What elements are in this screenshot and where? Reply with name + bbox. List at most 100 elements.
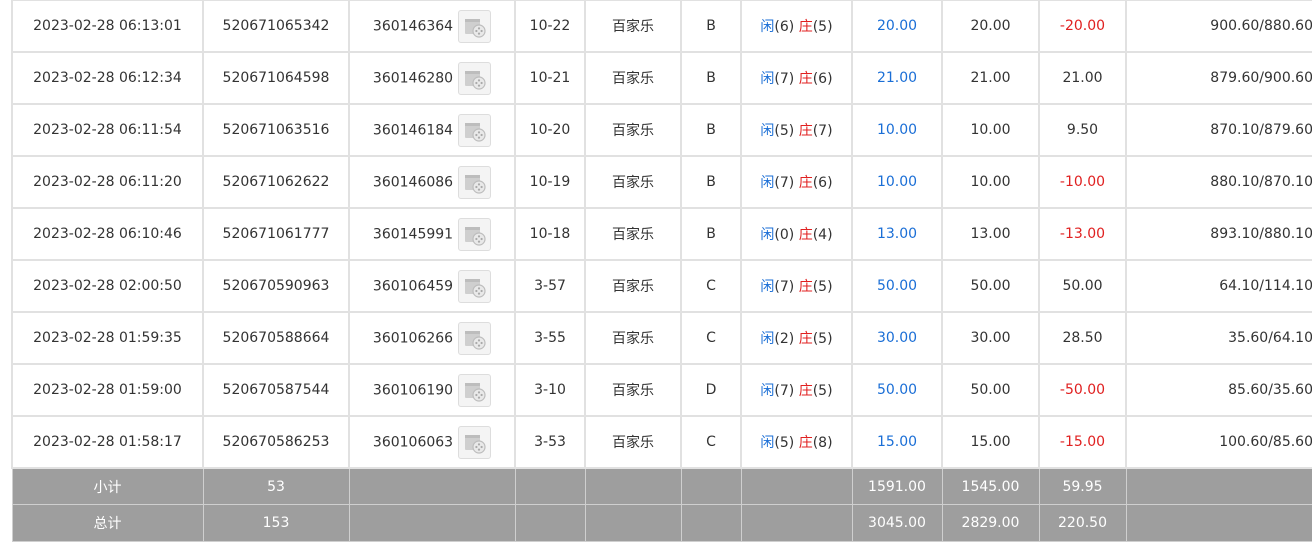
banker-label: 庄 — [798, 435, 813, 451]
player-label: 闲 — [760, 435, 775, 451]
player-label: 闲 — [760, 331, 775, 347]
result: 闲(7) 庄(6) — [740, 51, 853, 105]
video-replay-icon[interactable] — [458, 269, 492, 303]
game-id-cell: 360106266 — [348, 311, 516, 365]
total-count: 153 — [202, 504, 350, 542]
bet-amount: 10.00 — [851, 103, 943, 157]
player-score: (7) — [774, 175, 795, 191]
valid-bet: 30.00 — [941, 311, 1040, 365]
table-name: C — [680, 415, 742, 469]
win-loss: 21.00 — [1038, 51, 1127, 105]
video-replay-icon[interactable] — [458, 113, 492, 147]
bet-time: 2023-02-28 06:11:20 — [11, 155, 204, 209]
valid-bet: 10.00 — [941, 155, 1040, 209]
player-score: (0) — [774, 227, 795, 243]
banker-score: (7) — [812, 123, 833, 139]
bet-time: 2023-02-28 06:12:34 — [11, 51, 204, 105]
video-replay-icon[interactable] — [458, 425, 492, 459]
video-replay-icon[interactable] — [458, 373, 492, 407]
banker-score: (6) — [812, 71, 833, 87]
bet-amount: 15.00 — [851, 415, 943, 469]
order-number: 520671063516 — [202, 103, 350, 157]
round: 10-20 — [514, 103, 586, 157]
table-row: 2023-02-28 06:10:46 520671061777 3601459… — [11, 207, 1312, 261]
banker-label: 庄 — [798, 19, 813, 35]
order-number: 520670590963 — [202, 259, 350, 313]
game-id: 360146280 — [372, 70, 454, 86]
table-name: B — [680, 51, 742, 105]
result: 闲(0) 庄(4) — [740, 207, 853, 261]
bet-record-table-container: 2023-02-28 06:13:01 520671065342 3601463… — [11, 0, 1312, 542]
table-name: B — [680, 155, 742, 209]
video-replay-icon[interactable] — [458, 61, 492, 95]
table-name: B — [680, 103, 742, 157]
order-number: 520671062622 — [202, 155, 350, 209]
video-replay-icon[interactable] — [458, 321, 492, 355]
game-type: 百家乐 — [584, 103, 682, 157]
banker-label: 庄 — [798, 71, 813, 87]
game-id-cell: 360146184 — [348, 103, 516, 157]
game-id: 360146184 — [372, 122, 454, 138]
table-name: C — [680, 311, 742, 365]
subtotal-label: 小计 — [11, 467, 204, 505]
table-name: B — [680, 207, 742, 261]
game-id-cell: 360145991 — [348, 207, 516, 261]
valid-bet: 50.00 — [941, 363, 1040, 417]
result: 闲(5) 庄(8) — [740, 415, 853, 469]
result: 闲(7) 庄(5) — [740, 259, 853, 313]
banker-label: 庄 — [798, 227, 813, 243]
game-id-cell: 360146280 — [348, 51, 516, 105]
banker-score: (5) — [812, 383, 833, 399]
video-replay-icon[interactable] — [458, 217, 492, 251]
bet-record-table: 2023-02-28 06:13:01 520671065342 3601463… — [11, 0, 1312, 542]
table-row: 2023-02-28 02:00:50 520670590963 3601064… — [11, 259, 1312, 313]
player-label: 闲 — [760, 71, 775, 87]
win-loss: 28.50 — [1038, 311, 1127, 365]
game-type: 百家乐 — [584, 0, 682, 53]
balance: 85.60/35.60 — [1125, 363, 1312, 417]
balance: 893.10/880.10 — [1125, 207, 1312, 261]
balance: 100.60/85.60 — [1125, 415, 1312, 469]
result: 闲(6) 庄(5) — [740, 0, 853, 53]
bet-time: 2023-02-28 01:59:00 — [11, 363, 204, 417]
table-row: 2023-02-28 06:13:01 520671065342 3601463… — [11, 0, 1312, 53]
total-bet: 3045.00 — [851, 504, 943, 542]
game-id-cell: 360146086 — [348, 155, 516, 209]
game-type: 百家乐 — [584, 415, 682, 469]
game-id: 360146364 — [372, 18, 454, 34]
video-replay-icon[interactable] — [458, 9, 492, 43]
win-loss: -15.00 — [1038, 415, 1127, 469]
valid-bet: 13.00 — [941, 207, 1040, 261]
balance: 870.10/879.60 — [1125, 103, 1312, 157]
game-id: 360106063 — [372, 434, 454, 450]
game-id: 360146086 — [372, 174, 454, 190]
bet-amount: 21.00 — [851, 51, 943, 105]
table-row: 2023-02-28 01:59:00 520670587544 3601061… — [11, 363, 1312, 417]
video-replay-icon[interactable] — [458, 165, 492, 199]
subtotal-count: 53 — [202, 467, 350, 505]
balance: 35.60/64.10 — [1125, 311, 1312, 365]
game-id-cell: 360106063 — [348, 415, 516, 469]
result: 闲(7) 庄(5) — [740, 363, 853, 417]
subtotal-bet: 1591.00 — [851, 467, 943, 505]
subtotal-valid: 1545.00 — [941, 467, 1040, 505]
result: 闲(7) 庄(6) — [740, 155, 853, 209]
banker-score: (4) — [812, 227, 833, 243]
result: 闲(2) 庄(5) — [740, 311, 853, 365]
player-score: (7) — [774, 279, 795, 295]
valid-bet: 15.00 — [941, 415, 1040, 469]
round: 3-53 — [514, 415, 586, 469]
player-label: 闲 — [760, 227, 775, 243]
banker-score: (6) — [812, 175, 833, 191]
bet-amount: 50.00 — [851, 363, 943, 417]
valid-bet: 50.00 — [941, 259, 1040, 313]
table-name: D — [680, 363, 742, 417]
table-row: 2023-02-28 06:12:34 520671064598 3601462… — [11, 51, 1312, 105]
player-score: (7) — [774, 71, 795, 87]
game-type: 百家乐 — [584, 207, 682, 261]
order-number: 520671064598 — [202, 51, 350, 105]
table-row: 2023-02-28 01:58:17 520670586253 3601060… — [11, 415, 1312, 469]
total-row: 总计 153 3045.00 2829.00 220.50 — [11, 504, 1312, 542]
player-score: (6) — [774, 19, 795, 35]
order-number: 520670586253 — [202, 415, 350, 469]
